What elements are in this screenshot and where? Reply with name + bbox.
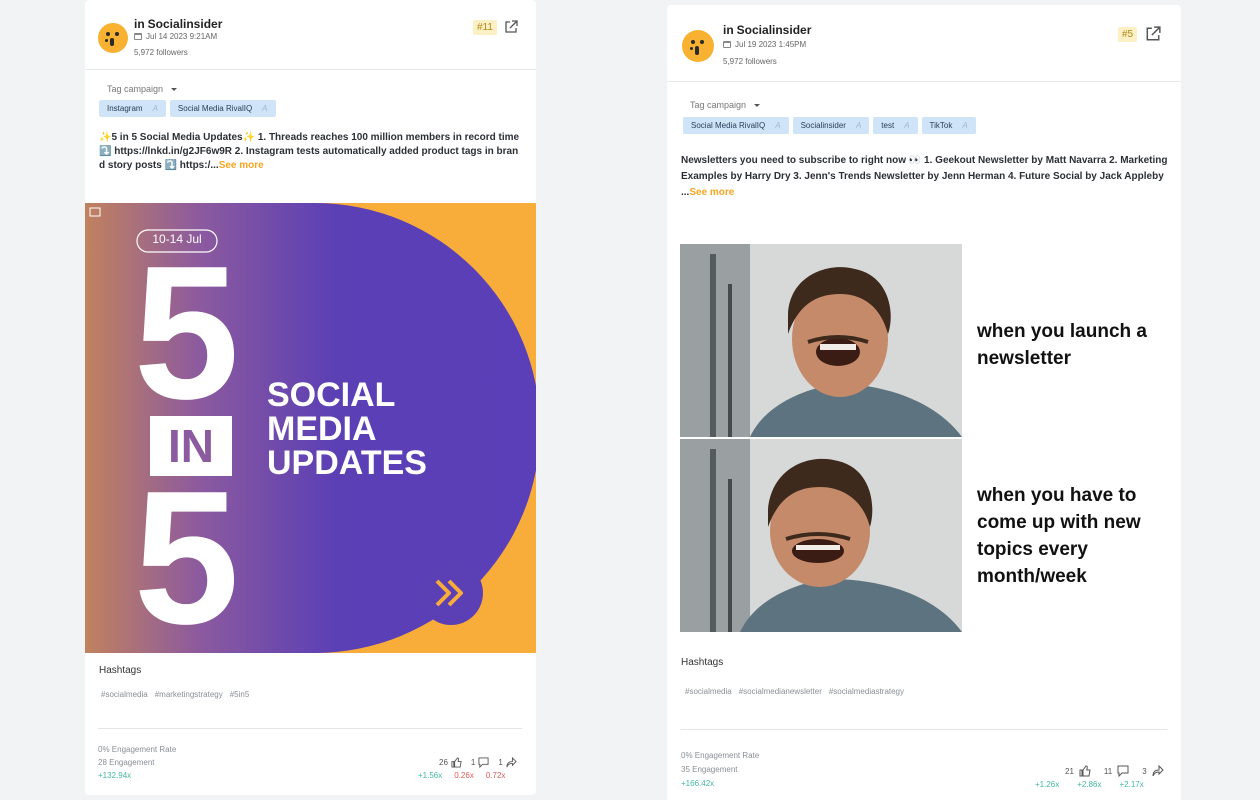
hashtag-list: #socialmedia #marketingstrategy #5in5 bbox=[101, 690, 249, 699]
shares-count: 1 bbox=[498, 758, 503, 767]
comment-icon bbox=[478, 757, 489, 768]
avatar[interactable] bbox=[98, 23, 128, 53]
post-image[interactable]: when you launch a newsletter when you ha… bbox=[680, 244, 1170, 632]
engagement-count: 35 Engagement bbox=[681, 765, 738, 774]
post-header: in Socialinsider Jul 14 2023 9:21AM 5,972… bbox=[85, 0, 536, 70]
metric-multipliers: +1.56x 0.26x 0.72x bbox=[418, 771, 505, 780]
calendar-icon bbox=[723, 41, 731, 48]
chevron-down-icon bbox=[754, 103, 761, 107]
post-card: in Socialinsider Jul 19 2023 1:45PM 5,972… bbox=[667, 5, 1181, 800]
account-name[interactable]: in Socialinsider bbox=[723, 23, 811, 37]
likes-multiplier: +1.56x bbox=[418, 771, 443, 780]
share-icon bbox=[506, 757, 517, 768]
meme-caption-bottom: when you have to come up with new topics… bbox=[977, 485, 1141, 587]
post-card: in Socialinsider Jul 14 2023 9:21AM 5,972… bbox=[85, 0, 536, 795]
post-image[interactable]: 10-14 Jul 5 IN 5 SOCIAL MEDIA UPDATES bbox=[85, 203, 536, 653]
comments-count: 11 bbox=[1103, 766, 1113, 776]
post-caption: ✨5 in 5 Social Media Updates✨ 1. Threads… bbox=[99, 132, 520, 171]
likes-count: 26 bbox=[439, 758, 448, 767]
hashtag-list: #socialmedia #socialmedianewsletter #soc… bbox=[685, 687, 904, 696]
post-caption: Newsletters you need to subscribe to rig… bbox=[681, 155, 1168, 198]
campaign-tag[interactable]: Instagram A bbox=[99, 100, 166, 117]
post-header: in Socialinsider Jul 19 2023 1:45PM 5,972… bbox=[667, 5, 1181, 82]
see-more-link[interactable]: See more bbox=[219, 160, 264, 171]
external-link-icon[interactable] bbox=[504, 20, 518, 34]
engagement-growth: +132.94x bbox=[98, 771, 132, 780]
metric-multipliers: +1.26x +2.86x +2.17x bbox=[1035, 780, 1144, 789]
hashtags-label: Hashtags bbox=[99, 665, 142, 676]
calendar-icon bbox=[134, 33, 142, 40]
engagement-rate: 0% Engagement Rate bbox=[98, 745, 177, 754]
comments-multiplier: 0.26x bbox=[454, 771, 474, 780]
followers-count: 5,972 followers bbox=[134, 48, 188, 57]
campaign-tag[interactable]: Socialinsider A bbox=[792, 117, 870, 134]
rank-badge: #11 bbox=[473, 20, 497, 35]
tag-list: Social Media RivalIQ A Socialinsider A tes… bbox=[683, 117, 976, 134]
big-five-top: 5 bbox=[133, 227, 240, 439]
see-more-link[interactable]: See more bbox=[689, 187, 734, 198]
divider bbox=[681, 729, 1167, 730]
engagement-rate: 0% Engagement Rate bbox=[681, 751, 760, 760]
metrics-row: 26 1 1 bbox=[439, 757, 517, 768]
campaign-tag[interactable]: Social Media RivalIQ A bbox=[169, 100, 276, 117]
campaign-tag[interactable]: test A bbox=[873, 117, 918, 134]
hashtag[interactable]: #socialmedianewsletter bbox=[739, 687, 822, 696]
hashtag[interactable]: #marketingstrategy bbox=[155, 690, 223, 699]
likes-count: 21 bbox=[1065, 766, 1074, 776]
tag-campaign-dropdown[interactable]: Tag campaign bbox=[690, 100, 761, 110]
comment-icon bbox=[1117, 765, 1129, 777]
campaign-tag[interactable]: Social Media RivalIQ A bbox=[683, 117, 789, 134]
thumbs-up-icon bbox=[451, 757, 462, 768]
headline: SOCIAL MEDIA UPDATES bbox=[267, 376, 427, 482]
post-date: Jul 14 2023 9:21AM bbox=[134, 32, 217, 41]
tag-list: Instagram A Social Media RivalIQ A bbox=[99, 100, 276, 117]
hashtag[interactable]: #5in5 bbox=[230, 690, 250, 699]
comments-count: 1 bbox=[470, 758, 476, 767]
account-name[interactable]: in Socialinsider bbox=[134, 17, 222, 31]
divider bbox=[98, 728, 522, 729]
engagement-count: 28 Engagement bbox=[98, 758, 155, 767]
chevron-down-icon bbox=[171, 87, 178, 91]
shares-multiplier: +2.17x bbox=[1119, 780, 1144, 789]
meme-caption-top: when you launch a newsletter bbox=[977, 321, 1147, 369]
followers-count: 5,972 followers bbox=[723, 57, 777, 66]
metrics-row: 21 11 3 bbox=[1065, 765, 1164, 777]
meme-photo-bottom bbox=[680, 439, 962, 632]
shares-multiplier: 0.72x bbox=[485, 771, 506, 780]
rank-badge: #5 bbox=[1118, 27, 1138, 42]
likes-multiplier: +1.26x bbox=[1035, 780, 1060, 789]
comments-multiplier: +2.86x bbox=[1077, 780, 1102, 789]
hashtag[interactable]: #socialmediastrategy bbox=[829, 687, 904, 696]
campaign-tag[interactable]: TikTok A bbox=[921, 117, 976, 134]
post-date: Jul 19 2023 1:45PM bbox=[723, 40, 806, 49]
external-link-icon[interactable] bbox=[1145, 26, 1161, 42]
hashtags-label: Hashtags bbox=[681, 657, 724, 668]
hashtag[interactable]: #socialmedia bbox=[101, 690, 148, 699]
share-icon bbox=[1152, 765, 1164, 777]
engagement-growth: +166.42x bbox=[681, 779, 715, 788]
avatar[interactable] bbox=[682, 30, 714, 62]
meme-photo-top bbox=[680, 244, 962, 437]
big-five-bottom: 5 bbox=[133, 452, 240, 653]
tag-campaign-dropdown[interactable]: Tag campaign bbox=[107, 84, 178, 94]
hashtag[interactable]: #socialmedia bbox=[685, 687, 732, 696]
thumbs-up-icon bbox=[1079, 765, 1091, 777]
shares-count: 3 bbox=[1142, 766, 1147, 776]
